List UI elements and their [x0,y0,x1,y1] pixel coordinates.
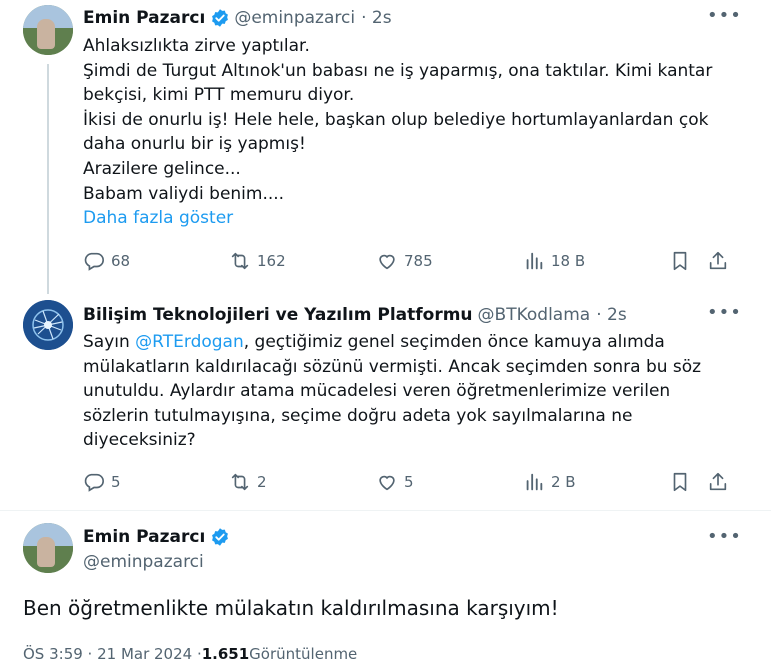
share-icon [709,251,727,270]
share-button[interactable] [707,250,735,272]
reply-count: 68 [111,252,131,270]
share-icon [709,472,727,491]
views-icon [526,252,543,270]
repost-icon [231,473,249,491]
reply-button[interactable]: 5 [83,471,121,493]
tweet-line: mülakatların kaldırılacağı sözünü vermiş… [83,356,702,377]
tweet-line: Arazilere gelince... [83,158,241,179]
divider [0,510,771,511]
author-handle[interactable]: @BTKodlama [478,305,591,325]
view-count: 1.651 [201,645,250,663]
views-icon [526,473,543,491]
tweet-text: Sayın @RTErdogan, geçtiğimiz genel seçim… [83,330,701,453]
like-icon [379,475,395,491]
tweet-actions: 5 2 5 2 B [83,471,733,495]
repost-count: 2 [257,473,267,491]
views-button[interactable]: 18 B [523,250,585,272]
bookmark-button[interactable] [669,471,697,493]
more-icon[interactable]: ••• [707,526,742,547]
tweet-line: sözlerin tutulmayışına, seçime doğru ade… [83,405,633,426]
author-name[interactable]: Emin Pazarcı [83,527,205,547]
tweet-meta: ÖS 3:59 · 21 Mar 2024 · 1.651 Görüntülen… [23,643,357,665]
tweet-line: Sayın @RTErdogan, geçtiğimiz genel seçim… [83,330,701,355]
bookmark-icon [673,472,687,492]
tweet-time[interactable]: · 2s [596,305,626,325]
more-icon[interactable]: ••• [707,302,742,323]
avatar[interactable] [23,523,73,573]
tweet-text: Ahlaksızlıkta zirve yaptılar. Şimdi de T… [83,34,712,231]
author-handle[interactable]: @eminpazarci [234,8,355,28]
thread-connector-line [47,64,49,294]
tweet-line: daha onurlu bir iş yapmış! [83,134,306,155]
tweet-line: Babam valiydi benim.... [83,183,285,204]
tweet-text-fragment: Sayın [83,332,136,352]
tweet-actions: 68 162 785 18 B [83,250,733,274]
tweet-line: unutuldu. Aylardır atama mücadelesi vere… [83,381,671,402]
author-handle[interactable]: @eminpazarci [83,551,204,573]
view-count-label: Görüntülenme [249,645,358,663]
reply-icon [84,473,104,492]
verified-badge-icon [210,8,230,28]
views-count: 2 B [551,473,576,491]
author-name[interactable]: Bilişim Teknolojileri ve Yazılım Platfor… [83,305,473,325]
tweet-text-fragment: , geçtiğimiz genel seçimden önce kamuya … [243,332,665,352]
verified-badge-icon [210,527,230,547]
bookmark-icon [673,251,687,271]
tweet-header: Emin Pazarcı @eminpazarci · 2s [83,6,392,30]
tweet-header: Emin Pazarcı [83,525,234,549]
repost-button[interactable]: 162 [229,250,286,272]
like-count: 785 [404,252,433,270]
repost-button[interactable]: 2 [229,471,267,493]
like-button[interactable]: 5 [376,471,414,493]
repost-icon [231,252,249,270]
avatar[interactable] [23,5,73,55]
reply-count: 5 [111,473,121,491]
reply-button[interactable]: 68 [83,250,130,272]
like-icon [379,254,395,270]
bookmark-button[interactable] [669,250,697,272]
tweet-timestamp[interactable]: ÖS 3:59 · 21 Mar 2024 · [23,645,202,663]
reply-icon [84,252,104,271]
tweet-line: Ahlaksızlıkta zirve yaptılar. [83,36,310,56]
tweet-text: Ben öğretmenlikte mülakatın kaldırılması… [23,596,559,620]
mention-link[interactable]: @RTErdogan [135,332,244,352]
like-count: 5 [404,473,414,491]
repost-count: 162 [257,252,286,270]
author-name[interactable]: Emin Pazarcı [83,8,205,28]
views-button[interactable]: 2 B [523,471,576,493]
tweet-line: İkisi de onurlu iş! Hele hele, başkan ol… [83,109,709,130]
like-button[interactable]: 785 [376,250,433,272]
show-more-link[interactable]: Daha fazla göster [83,206,712,231]
tweet-line: Şimdi de Turgut Altınok'un babası ne iş … [83,60,713,81]
tweet-header: Bilişim Teknolojileri ve Yazılım Platfor… [83,303,627,327]
tweet-time[interactable]: · 2s [361,8,391,28]
more-icon[interactable]: ••• [707,5,742,26]
avatar[interactable] [23,300,73,350]
tweet-line: diyeceksiniz? [83,430,196,451]
views-count: 18 B [551,252,586,270]
share-button[interactable] [707,471,735,493]
tweet-line: bekçisi, kimi PTT memuru diyor. [83,85,355,106]
